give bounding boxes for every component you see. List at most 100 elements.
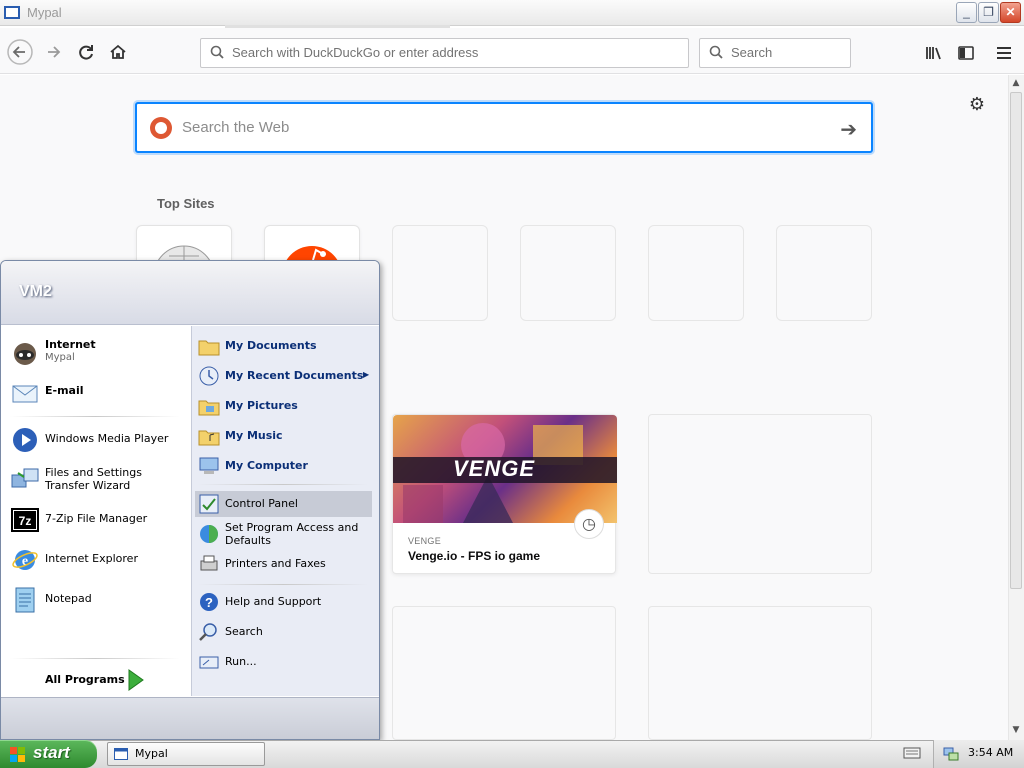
system-tray: 3:54 AM [933, 740, 1024, 768]
highlight-title[interactable]: Venge.io - FPS io game [408, 549, 540, 563]
start-item-sublabel: Mypal [45, 352, 75, 363]
highlight-thumbnail: VENGE [393, 415, 617, 523]
all-programs-arrow-icon[interactable] [126, 668, 146, 692]
url-bar[interactable]: Search with DuckDuckGo or enter address [200, 38, 689, 68]
search-input[interactable]: Search [731, 45, 772, 60]
printer-icon [200, 555, 218, 571]
folder-documents-icon [198, 340, 220, 356]
window-title-bar[interactable]: Mypal [0, 0, 1024, 26]
start-item-7zip[interactable]: 7z 7-Zip File Manager [8, 503, 183, 537]
start-item-notepad[interactable]: Notepad [8, 583, 183, 617]
top-sites-title: Top Sites [157, 196, 215, 211]
window-app-icon [4, 6, 20, 19]
taskbar-button-label: Mypal [135, 747, 168, 760]
close-icon: ✕ [1005, 5, 1016, 19]
start-item-media-player[interactable]: Windows Media Player [8, 423, 183, 457]
start-item-internet-explorer[interactable]: e Internet Explorer [8, 543, 183, 577]
start-item-label: Internet Explorer [45, 552, 138, 565]
start-menu-separator [10, 416, 180, 417]
email-envelope-icon [12, 385, 38, 403]
highlight-card[interactable]: VENGE ◷ VENGE Venge.io - FPS io game [392, 414, 617, 574]
scroll-down-button[interactable]: ▼ [1009, 722, 1023, 738]
forward-arrow-icon [48, 46, 61, 58]
all-programs-label[interactable]: All Programs [45, 673, 125, 686]
top-site-tile-empty[interactable] [520, 225, 616, 321]
window-app-icon [114, 748, 128, 760]
highlight-card-empty [648, 414, 872, 574]
start-menu-separator [10, 658, 180, 659]
start-system-program-defaults[interactable]: Set Program Access and Defaults [225, 521, 360, 547]
start-place-my-documents[interactable]: My Documents [225, 339, 317, 352]
run-icon [199, 656, 219, 669]
mypal-raccoon-icon [14, 343, 36, 365]
start-system-control-panel[interactable]: Control Panel [225, 497, 298, 510]
start-item-transfer-wizard[interactable]: Files and Settings Transfer Wizard [8, 463, 183, 497]
start-place-my-music[interactable]: My Music [225, 429, 283, 442]
search-magnifier-icon [199, 623, 217, 641]
network-icon[interactable] [943, 746, 959, 762]
search-bar[interactable]: Search [699, 38, 851, 68]
venge-logo: VENGE [453, 456, 536, 481]
start-item-label: E-mail [45, 384, 84, 397]
start-help-run[interactable]: Run... [225, 655, 257, 668]
reload-button[interactable] [72, 38, 100, 66]
start-item-label: Internet [45, 338, 96, 351]
restore-button[interactable]: ❐ [978, 2, 999, 23]
highlight-source: VENGE [408, 536, 442, 546]
svg-text:?: ? [205, 595, 213, 610]
start-item-label: Notepad [45, 592, 92, 605]
clock-icon: ◷ [574, 509, 604, 539]
minimize-icon: _ [963, 5, 970, 19]
web-search-input[interactable]: Search the Web [182, 119, 289, 136]
top-site-tile-empty[interactable] [392, 225, 488, 321]
search-icon [210, 45, 224, 59]
close-button[interactable]: ✕ [1000, 2, 1021, 23]
start-place-my-computer[interactable]: My Computer [225, 459, 308, 472]
highlight-card-empty [648, 606, 872, 740]
arrow-right-icon: ➔ [840, 117, 857, 141]
help-icon: ? [200, 593, 218, 611]
app-menu-button[interactable] [991, 40, 1017, 66]
windows-flag-icon [10, 747, 25, 762]
start-item-label: Files and Settings Transfer Wizard [45, 466, 142, 492]
home-button[interactable] [104, 38, 132, 66]
keyboard-icon[interactable] [903, 745, 921, 761]
start-item-label: 7-Zip File Manager [45, 512, 148, 525]
start-button[interactable]: start [0, 740, 97, 768]
url-input[interactable]: Search with DuckDuckGo or enter address [232, 45, 478, 60]
control-panel-icon [199, 494, 219, 514]
scroll-up-button[interactable]: ▲ [1009, 75, 1023, 91]
library-button[interactable] [921, 40, 947, 66]
start-help-search[interactable]: Search [225, 625, 263, 638]
taskbar-button-mypal[interactable]: Mypal [107, 742, 265, 766]
start-place-my-recent-documents[interactable]: My Recent Documents [225, 369, 363, 382]
sidebar-button[interactable] [953, 40, 979, 66]
start-menu-header: VM2 [1, 261, 379, 325]
highlight-card-empty [392, 606, 616, 740]
start-label: start [33, 743, 70, 762]
back-arrow-icon [7, 39, 33, 65]
taskbar-clock[interactable]: 3:54 AM [968, 746, 1013, 759]
back-button[interactable] [6, 38, 34, 66]
forward-button[interactable] [40, 38, 68, 66]
web-search-box[interactable]: Search the Web ➔ [135, 102, 873, 153]
newtab-settings-button[interactable]: ⚙ [967, 95, 987, 115]
svg-text:7z: 7z [19, 514, 32, 528]
top-site-tile-empty[interactable] [648, 225, 744, 321]
folder-pictures-icon [198, 400, 220, 416]
start-menu-separator [198, 484, 368, 485]
internet-explorer-icon: e [12, 550, 38, 570]
web-search-submit[interactable]: ➔ [840, 117, 857, 141]
scroll-thumb[interactable] [1010, 92, 1022, 589]
start-system-printers-faxes[interactable]: Printers and Faxes [225, 557, 326, 570]
media-player-icon [13, 428, 37, 452]
start-item-internet[interactable]: Internet Mypal [8, 336, 183, 370]
7zip-icon: 7z [11, 508, 39, 532]
minimize-button[interactable]: _ [956, 2, 977, 23]
duckduckgo-icon [150, 117, 172, 139]
start-help-support[interactable]: Help and Support [225, 595, 321, 608]
library-icon [926, 47, 941, 60]
top-site-tile-empty[interactable] [776, 225, 872, 321]
start-place-my-pictures[interactable]: My Pictures [225, 399, 298, 412]
start-item-email[interactable]: E-mail [8, 376, 183, 410]
